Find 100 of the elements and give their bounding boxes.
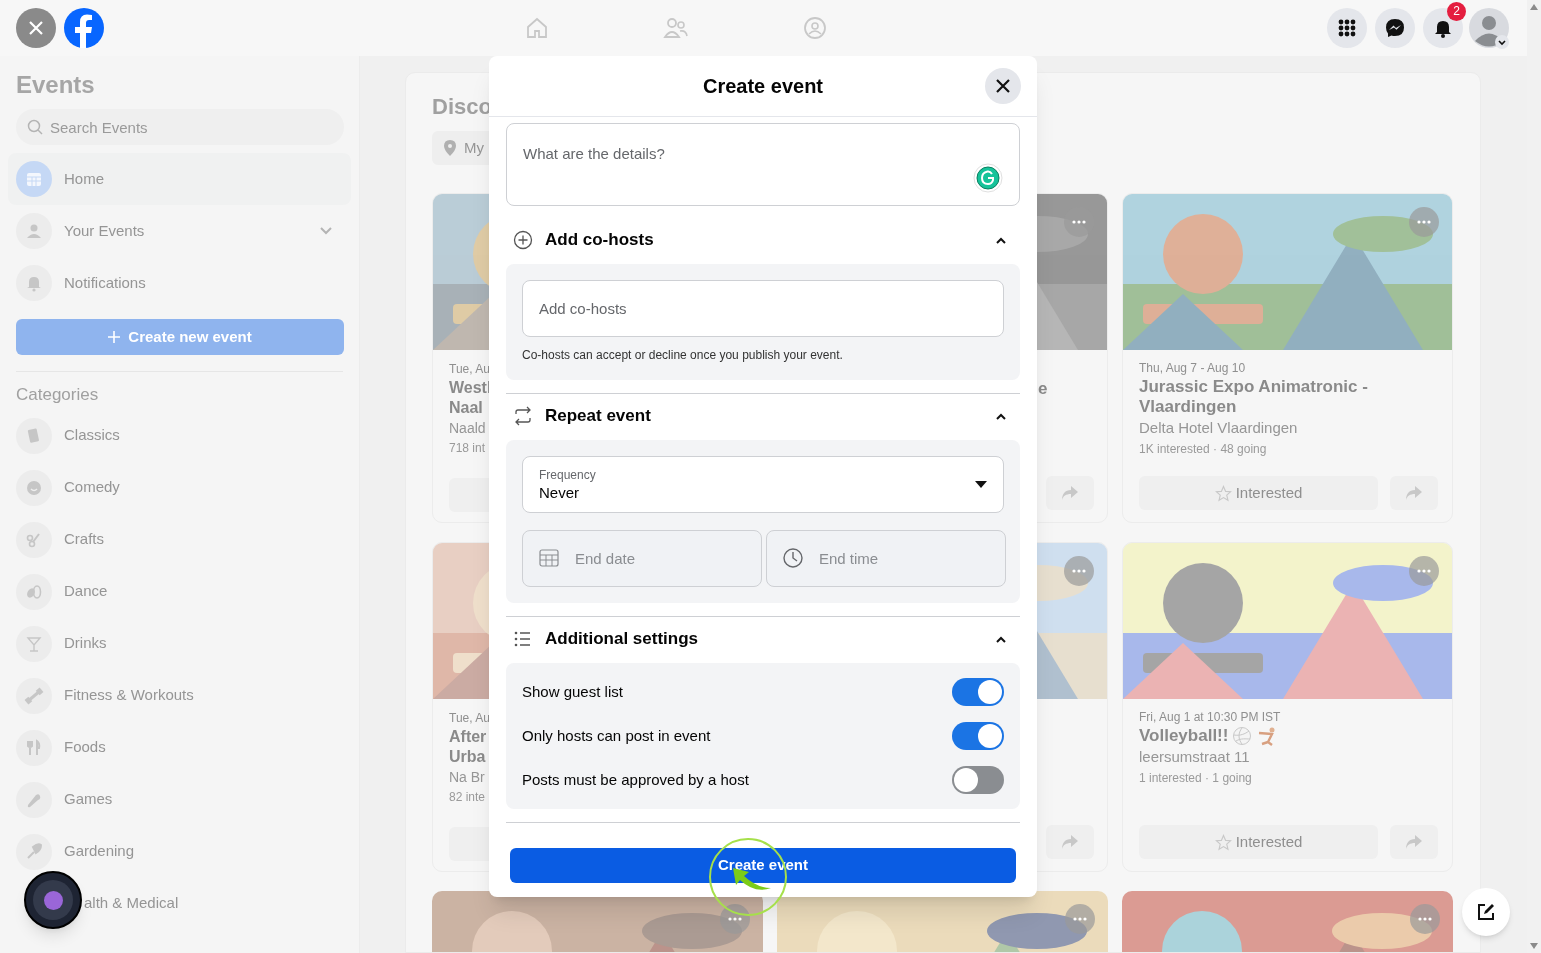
create-event-button[interactable]: Create new event — [16, 319, 344, 355]
sidebar-item[interactable]: Home — [8, 153, 351, 205]
notifications-button[interactable] — [1423, 8, 1463, 48]
calendar-icon — [538, 547, 560, 569]
event-title: Naal — [449, 398, 483, 418]
category-label[interactable]: alth & Medical — [84, 892, 179, 915]
more-button[interactable] — [1065, 904, 1095, 934]
event-stats: 718 int — [449, 440, 486, 457]
dropdown-icon — [975, 481, 987, 488]
more-button[interactable] — [720, 904, 750, 934]
toggle-switch[interactable] — [952, 678, 1004, 706]
cohosts-hint: Co-hosts can accept or decline once you publish your event. — [522, 347, 844, 364]
more-button[interactable] — [1410, 904, 1440, 934]
interested-button[interactable]: Interested — [1139, 825, 1378, 859]
search-icon — [27, 119, 43, 135]
category-item[interactable]: Drinks — [16, 617, 343, 670]
toggle-switch[interactable] — [952, 766, 1004, 794]
more-button[interactable] — [1064, 556, 1094, 586]
setting-label: Show guest list — [522, 681, 624, 702]
caret-icon[interactable] — [1495, 35, 1509, 49]
groups-icon[interactable] — [802, 16, 827, 40]
home-icon[interactable] — [524, 16, 549, 40]
category-item[interactable]: Crafts — [16, 513, 343, 566]
event-date: Tue, Au — [449, 361, 490, 378]
event-date: Thu, Aug 7 - Aug 10 — [1139, 360, 1246, 377]
event-title: Volleyball!! — [1139, 726, 1229, 746]
share-icon — [1405, 834, 1423, 850]
search-field[interactable]: Search Events — [16, 109, 344, 145]
more-button[interactable] — [1409, 556, 1439, 586]
share-icon — [1061, 834, 1079, 850]
chevron-down-icon[interactable] — [319, 226, 333, 236]
interested-button[interactable]: Interested — [1139, 476, 1378, 510]
event-location: Na Br — [449, 768, 485, 787]
bell-icon — [1433, 18, 1453, 38]
category-item[interactable]: Classics — [16, 409, 343, 462]
category-item[interactable]: Dance — [16, 565, 343, 618]
notification-badge: 2 — [1447, 2, 1466, 21]
more-icon — [1417, 569, 1431, 573]
grammarly-icon[interactable] — [973, 163, 1003, 193]
dialog-title: Create event — [702, 74, 824, 99]
details-field[interactable]: What are the details? — [506, 123, 1020, 206]
messenger-icon — [1385, 18, 1405, 38]
event-location: leersumstraat 11 — [1139, 747, 1250, 767]
event-title: After — [449, 727, 487, 747]
event-stats: 1K interested · 48 going — [1139, 440, 1267, 458]
share-icon — [1061, 485, 1079, 501]
more-icon — [1072, 569, 1086, 573]
repeat-icon — [513, 406, 533, 426]
more-icon — [1417, 220, 1431, 224]
messenger-button[interactable] — [1375, 8, 1415, 48]
more-icon — [1073, 917, 1087, 921]
event-title: e — [1038, 379, 1048, 398]
frequency-select[interactable]: Frequency Never — [522, 456, 1004, 513]
plus-circle-icon — [513, 230, 533, 250]
menu-button[interactable] — [1327, 8, 1367, 48]
sidebar-item[interactable]: Notifications — [8, 257, 351, 309]
pin-icon — [444, 140, 456, 156]
category-label: Drinks — [64, 633, 107, 654]
menu-icon — [1338, 19, 1356, 37]
category-label: Dance — [64, 581, 108, 602]
chevron-up-icon[interactable] — [995, 635, 1007, 643]
category-item[interactable]: Gardening — [16, 825, 343, 878]
section-title[interactable]: Add co-hosts — [545, 227, 983, 253]
sidebar-item-label: Home — [64, 168, 105, 189]
category-item[interactable]: Fitness & Workouts — [16, 669, 343, 722]
close-button[interactable] — [985, 68, 1021, 104]
category-item[interactable]: Comedy — [16, 461, 343, 514]
plus-icon — [108, 331, 121, 343]
star-icon — [1214, 484, 1232, 502]
more-button[interactable] — [1409, 207, 1439, 237]
sidebar-title: Events — [16, 70, 96, 100]
cohosts-field[interactable]: Add co-hosts — [522, 280, 1004, 337]
star-icon — [1214, 833, 1232, 851]
list-icon — [513, 629, 533, 649]
sidebar-item-label: Your Events — [64, 220, 146, 241]
category-label: Gardening — [64, 841, 135, 862]
discover-heading: Disco — [432, 93, 492, 121]
clock-icon — [782, 547, 804, 569]
close-icon — [27, 19, 45, 37]
category-item[interactable]: Games — [16, 773, 343, 826]
chevron-up-icon[interactable] — [995, 412, 1007, 420]
compose-button[interactable] — [1462, 888, 1510, 936]
event-location: Naald — [449, 419, 486, 438]
frequency-value: Never — [539, 482, 580, 503]
friends-icon[interactable] — [662, 16, 689, 40]
sidebar-item[interactable]: Your Events — [8, 205, 351, 257]
more-icon — [728, 917, 742, 921]
event-title: Jurassic Expo Animatronic - Vlaardingen — [1139, 377, 1369, 417]
category-label: Classics — [64, 425, 120, 446]
close-icon — [996, 79, 1010, 93]
event-title: Urba — [449, 747, 486, 767]
toggle-switch[interactable] — [952, 722, 1004, 750]
facebook-logo[interactable] — [64, 8, 104, 48]
section-title[interactable]: Additional settings — [545, 626, 983, 652]
setting-label: Posts must be approved by a host — [522, 769, 750, 790]
category-label: Comedy — [64, 477, 120, 498]
event-location: Delta Hotel Vlaardingen — [1139, 418, 1298, 438]
section-title[interactable]: Repeat event — [545, 403, 983, 429]
category-item[interactable]: Foods — [16, 721, 343, 774]
chevron-up-icon[interactable] — [995, 236, 1007, 244]
